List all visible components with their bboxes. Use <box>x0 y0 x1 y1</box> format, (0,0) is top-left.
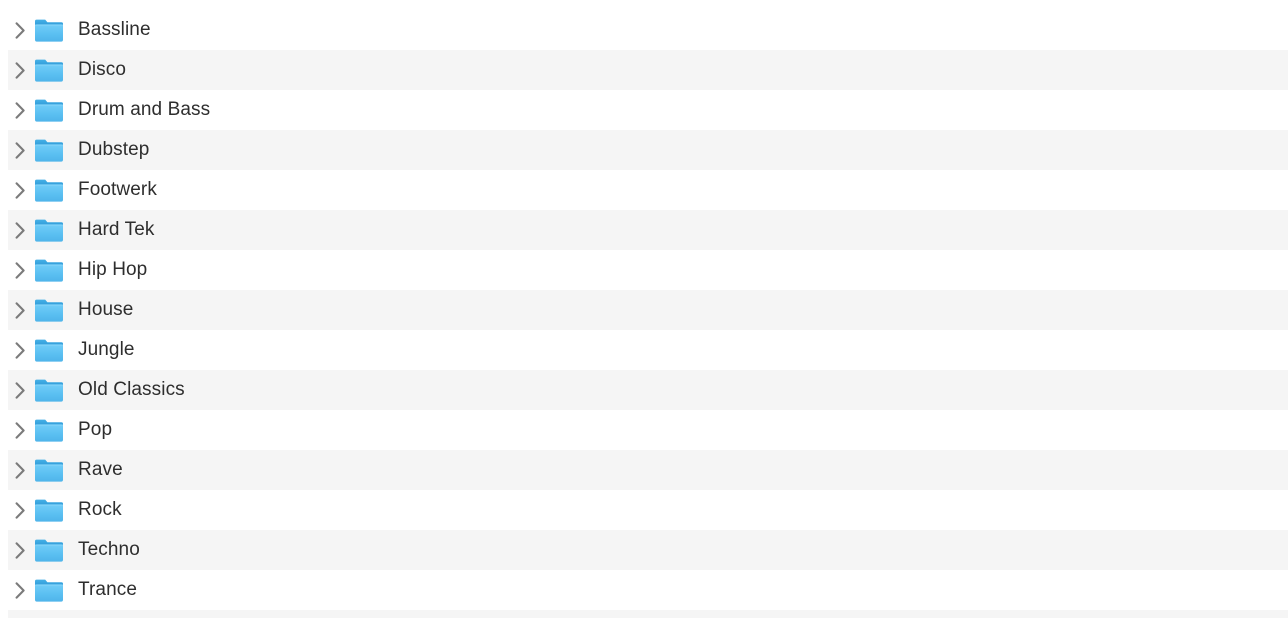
tree-row-label: Techno <box>78 539 140 560</box>
tree-row[interactable]: Drum and Bass <box>0 90 1288 130</box>
tree-row[interactable]: Techno <box>0 530 1288 570</box>
chevron-right-icon[interactable] <box>8 290 32 330</box>
file-tree-list: Bassline Disco Drum and Bass Dubstep Foo… <box>0 10 1288 610</box>
chevron-right-icon[interactable] <box>8 570 32 610</box>
tree-row-label: House <box>78 299 134 320</box>
chevron-right-icon[interactable] <box>8 530 32 570</box>
tree-row-label: Trance <box>78 579 138 600</box>
tree-row-label: Bassline <box>78 19 151 40</box>
tree-row[interactable]: Dubstep <box>0 130 1288 170</box>
chevron-right-icon[interactable] <box>8 10 32 50</box>
chevron-right-icon[interactable] <box>8 130 32 170</box>
chevron-right-icon[interactable] <box>8 170 32 210</box>
tree-row[interactable]: Bassline <box>0 10 1288 50</box>
tree-row[interactable]: Footwerk <box>0 170 1288 210</box>
tree-row[interactable]: Hard Tek <box>0 210 1288 250</box>
tree-row[interactable]: Pop <box>0 410 1288 450</box>
chevron-right-icon[interactable] <box>8 210 32 250</box>
chevron-right-icon[interactable] <box>8 370 32 410</box>
tree-row-label: Dubstep <box>78 139 150 160</box>
folder-icon <box>32 250 66 290</box>
tree-row[interactable]: Old Classics <box>0 370 1288 410</box>
chevron-right-icon[interactable] <box>8 90 32 130</box>
tree-row-label: Rave <box>78 459 123 480</box>
chevron-right-icon[interactable] <box>8 50 32 90</box>
tree-row[interactable]: Hip Hop <box>0 250 1288 290</box>
tree-row-label: Jungle <box>78 339 135 360</box>
tree-row[interactable]: Rave <box>0 450 1288 490</box>
folder-icon <box>32 290 66 330</box>
tree-row-label: Hard Tek <box>78 219 155 240</box>
folder-icon <box>32 130 66 170</box>
tree-row-label: Pop <box>78 419 113 440</box>
folder-icon <box>32 450 66 490</box>
tree-row[interactable]: Trance <box>0 570 1288 610</box>
tree-row[interactable]: Disco <box>0 50 1288 90</box>
tree-row-label: Hip Hop <box>78 259 148 280</box>
folder-icon <box>32 10 66 50</box>
chevron-right-icon[interactable] <box>8 330 32 370</box>
tree-row-label: Footwerk <box>78 179 157 200</box>
tree-row-partial[interactable] <box>0 610 1288 618</box>
tree-row-label: Disco <box>78 59 127 80</box>
tree-row[interactable]: Jungle <box>0 330 1288 370</box>
tree-row-label: Drum and Bass <box>78 99 211 120</box>
chevron-right-icon[interactable] <box>8 450 32 490</box>
tree-row[interactable]: House <box>0 290 1288 330</box>
folder-icon <box>32 90 66 130</box>
tree-row-label: Old Classics <box>78 379 185 400</box>
folder-icon <box>32 50 66 90</box>
tree-row-label: Rock <box>78 499 122 520</box>
folder-icon <box>32 530 66 570</box>
tree-row[interactable]: Rock <box>0 490 1288 530</box>
folder-icon <box>32 490 66 530</box>
folder-icon <box>32 210 66 250</box>
folder-icon <box>32 570 66 610</box>
folder-icon <box>32 410 66 450</box>
chevron-right-icon[interactable] <box>8 250 32 290</box>
folder-icon <box>32 370 66 410</box>
folder-icon <box>32 170 66 210</box>
chevron-right-icon[interactable] <box>8 410 32 450</box>
folder-icon <box>32 330 66 370</box>
chevron-right-icon[interactable] <box>8 490 32 530</box>
